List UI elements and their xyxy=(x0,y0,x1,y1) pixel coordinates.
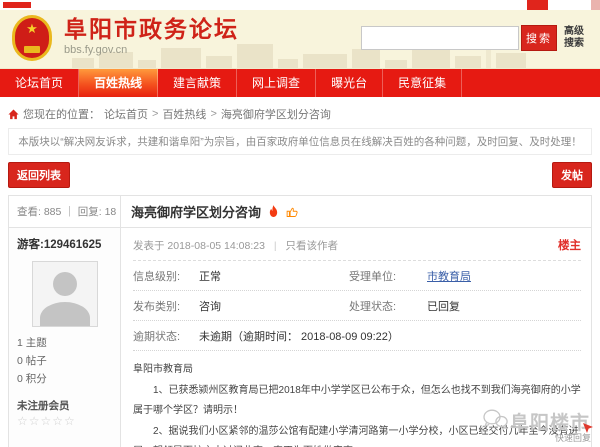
info-level-value: 正常 xyxy=(199,268,349,284)
author-sidebar: 游客:129461625 1 主题 0 帖子 0 积分 未注册会员 ☆☆☆☆☆ xyxy=(9,228,121,447)
artifact-fragment xyxy=(3,2,31,8)
info-row: 信息级别: 正常 受理单位: 市教育局 xyxy=(133,261,581,291)
skyline-block xyxy=(455,56,481,68)
info-row: 逾期状态: 未逾期（逾期时间： 2018-08-09 09:22） xyxy=(133,321,581,351)
emblem-star-icon: ★ xyxy=(26,22,38,35)
site-title: 阜阳市政务论坛 xyxy=(64,16,239,44)
nav-item-exposure[interactable]: 曝光台 xyxy=(316,69,383,97)
nav-item-baixing-hotline[interactable]: 百姓热线 xyxy=(79,69,158,97)
views-count: 885 xyxy=(44,206,62,218)
nav-item-online-survey[interactable]: 网上调查 xyxy=(237,69,316,97)
overdue-status-value: 未逾期（逾期时间： 2018-08-09 09:22） xyxy=(199,328,581,344)
national-emblem-logo: ★ xyxy=(12,15,52,61)
overdue-status-label: 逾期状态: xyxy=(133,328,199,344)
artifact-fragment xyxy=(527,0,548,10)
avatar-body xyxy=(40,302,90,327)
site-url: bbs.fy.gov.cn xyxy=(64,44,239,56)
home-icon xyxy=(8,109,19,120)
avatar xyxy=(32,261,98,327)
thread-title-row: 海亮御府学区划分咨询 xyxy=(121,196,591,227)
meta-separator: | xyxy=(274,240,277,252)
views-label: 查看: xyxy=(17,206,41,218)
only-author-link[interactable]: 只看该作者 xyxy=(286,240,339,252)
handle-status-label: 处理状态: xyxy=(349,298,427,314)
skyline-block xyxy=(385,60,407,68)
post-category-value: 咨询 xyxy=(199,298,349,314)
advanced-search-link[interactable]: 高级搜索 xyxy=(564,26,590,50)
floor-label[interactable]: 楼主 xyxy=(558,237,581,253)
search-button[interactable]: 搜索 xyxy=(521,25,557,51)
back-to-list-button[interactable]: 返回列表 xyxy=(8,162,70,188)
member-star-rating: ☆☆☆☆☆ xyxy=(17,414,112,428)
accepting-unit-label: 受理单位: xyxy=(349,268,427,284)
toolbar: 返回列表 发帖 xyxy=(8,162,592,188)
accepting-unit-link[interactable]: 市教育局 xyxy=(427,268,581,284)
skyline-block xyxy=(237,44,273,68)
thread-title: 海亮御府学区划分咨询 xyxy=(131,202,261,221)
handle-status-value: 已回复 xyxy=(427,298,581,314)
stat-topics: 1 主题 xyxy=(17,335,112,353)
info-row: 发布类别: 咨询 处理状态: 已回复 xyxy=(133,291,581,321)
breadcrumb-forum-home[interactable]: 论坛首页 xyxy=(104,106,148,122)
nav-item-forum-home[interactable]: 论坛首页 xyxy=(0,69,79,97)
emblem-gate xyxy=(24,46,40,53)
site-header: ★ 阜阳市政务论坛 bbs.fy.gov.cn 搜索 高级搜索 xyxy=(0,10,600,69)
breadcrumb-separator: > xyxy=(152,108,158,120)
nav-item-suggestions[interactable]: 建言献策 xyxy=(158,69,237,97)
skyline-block xyxy=(496,53,526,68)
breadcrumb: 您现在的位置： 论坛首页 > 百姓热线 > 海亮御府学区划分咨询 xyxy=(8,106,592,122)
author-name: 游客:129461625 xyxy=(17,236,112,252)
site-identity: 阜阳市政务论坛 bbs.fy.gov.cn xyxy=(64,16,239,56)
board-notice: 本版块以“解决网友诉求，共建和谐阜阳”为宗旨，由百家政府单位信息员在线解决百姓的… xyxy=(8,128,592,155)
hot-flame-icon xyxy=(268,205,279,218)
stat-posts: 0 帖子 xyxy=(17,353,112,371)
artifact-fragment xyxy=(591,0,600,10)
breadcrumb-separator: > xyxy=(210,108,216,120)
thread-header: 查看: 885 ｜ 回复: 18 海亮御府学区划分咨询 xyxy=(9,196,591,228)
replies-count: 18 xyxy=(105,206,117,218)
skyline-block xyxy=(138,60,156,68)
skyline-block xyxy=(303,54,347,68)
replies-label: 回复: xyxy=(78,206,102,218)
skyline-block xyxy=(352,49,380,68)
post-category-label: 发布类别: xyxy=(133,298,199,314)
skyline-block xyxy=(206,56,232,68)
post-paragraph: 阜阳市教育局 xyxy=(133,360,581,381)
main-nav: 论坛首页 百姓热线 建言献策 网上调查 曝光台 民意征集 xyxy=(0,69,600,97)
search-input[interactable] xyxy=(361,26,519,50)
author-stats: 1 主题 0 帖子 0 积分 xyxy=(17,335,112,389)
forum-page: ★ 阜阳市政务论坛 bbs.fy.gov.cn 搜索 高级搜索 论坛首页 百姓热… xyxy=(0,0,600,447)
skyline-block xyxy=(278,59,298,68)
breadcrumb-prefix: 您现在的位置： xyxy=(23,106,100,122)
screen-top-artifacts xyxy=(0,0,600,10)
watermark: 阜阳楼市 快速回复 xyxy=(482,408,594,444)
new-post-button[interactable]: 发帖 xyxy=(552,162,592,188)
wechat-logo-icon xyxy=(482,408,508,435)
post-meta-row: 发表于 2018-08-05 14:08:23 | 只看该作者 楼主 xyxy=(133,233,581,261)
avatar-head xyxy=(53,272,77,296)
breadcrumb-baixing-hotline[interactable]: 百姓热线 xyxy=(162,106,206,122)
thread-counts: 查看: 885 ｜ 回复: 18 xyxy=(9,196,121,227)
info-level-label: 信息级别: xyxy=(133,268,199,284)
counts-separator: ｜ xyxy=(64,206,75,218)
skyline-block xyxy=(72,58,94,68)
post-time: 发表于 2018-08-05 14:08:23 xyxy=(133,240,265,252)
breadcrumb-current: 海亮御府学区划分咨询 xyxy=(221,106,331,122)
recommend-icon xyxy=(286,206,298,218)
stat-points: 0 积分 xyxy=(17,371,112,389)
search-bar: 搜索 高级搜索 xyxy=(361,25,590,51)
member-level: 未注册会员 xyxy=(17,398,112,413)
nav-item-opinion-collection[interactable]: 民意征集 xyxy=(383,69,462,97)
